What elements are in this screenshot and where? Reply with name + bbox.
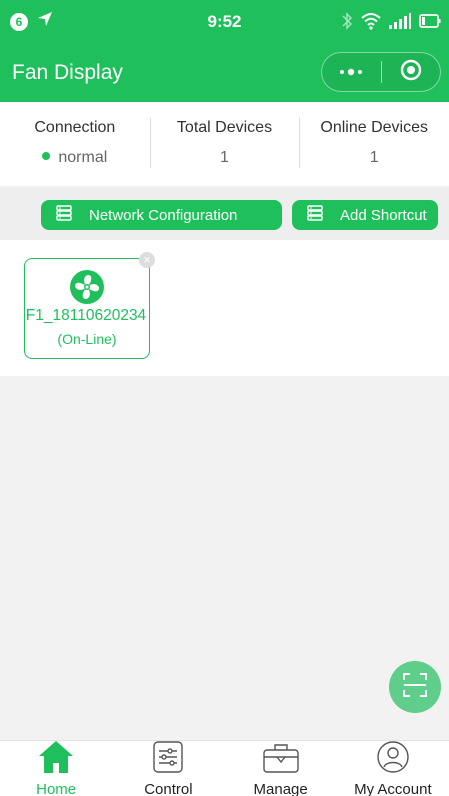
user-icon <box>376 740 410 779</box>
connection-value: normal <box>58 149 108 166</box>
status-dot-icon <box>42 151 51 160</box>
online-devices-value: 1 <box>369 149 379 166</box>
page-title: Fan Display <box>12 61 123 84</box>
more-dots-icon <box>339 63 363 81</box>
connection-label: Connection <box>34 119 116 136</box>
tab-manage-label: Manage <box>253 781 308 796</box>
status-bar: 6 9:52 <box>0 0 449 44</box>
scan-button[interactable] <box>389 661 441 713</box>
server-list-icon <box>55 204 73 226</box>
remove-device-button[interactable]: × <box>139 252 155 268</box>
title-bar: Fan Display <box>0 44 449 102</box>
connection-value-row: normal <box>0 149 150 167</box>
tab-home[interactable]: Home <box>0 741 112 796</box>
fan-icon <box>25 270 149 304</box>
tab-control-label: Control <box>144 781 193 796</box>
stats-panel: Connection normal Total Devices 1 Online… <box>0 102 449 186</box>
stat-connection: Connection normal <box>0 102 150 186</box>
tab-bar: Home Control Manage My Account <box>0 740 449 796</box>
network-configuration-label: Network Configuration <box>89 206 238 224</box>
online-devices-label: Online Devices <box>320 119 428 136</box>
tab-my-account-label: My Account <box>354 781 432 796</box>
wifi-icon <box>361 12 381 35</box>
server-list-icon <box>306 204 324 226</box>
total-devices-label: Total Devices <box>176 119 273 136</box>
tab-manage[interactable]: Manage <box>225 741 337 796</box>
scan-icon <box>402 672 428 703</box>
target-circle-icon <box>400 59 422 86</box>
tab-home-label: Home <box>36 781 77 796</box>
tab-my-account[interactable]: My Account <box>337 741 449 796</box>
stat-online-devices: Online Devices 1 <box>299 102 449 186</box>
close-program-button[interactable] <box>381 53 440 91</box>
signal-icon <box>389 13 411 34</box>
action-bar: Network Configuration Add Shortcut <box>0 188 449 240</box>
close-icon: × <box>143 252 151 267</box>
add-shortcut-button[interactable]: Add Shortcut <box>292 200 438 230</box>
device-status: (On-Line) <box>57 331 117 347</box>
battery-icon <box>419 13 441 34</box>
total-devices-value: 1 <box>220 149 229 166</box>
stat-total-devices: Total Devices 1 <box>149 102 300 186</box>
device-card[interactable]: × F1_18110620234 (On-Line) <box>24 252 155 359</box>
device-list: × F1_18110620234 (On-Line) <box>0 240 449 376</box>
sliders-icon <box>152 740 184 779</box>
add-shortcut-label: Add Shortcut <box>340 206 427 224</box>
more-button[interactable] <box>322 53 381 91</box>
home-icon <box>38 740 74 779</box>
tab-control[interactable]: Control <box>112 741 224 796</box>
device-name: F1_18110620234 <box>25 307 147 324</box>
network-configuration-button[interactable]: Network Configuration <box>41 200 282 230</box>
bluetooth-icon <box>341 11 353 36</box>
briefcase-icon <box>262 742 300 779</box>
miniprogram-capsule <box>321 52 441 92</box>
